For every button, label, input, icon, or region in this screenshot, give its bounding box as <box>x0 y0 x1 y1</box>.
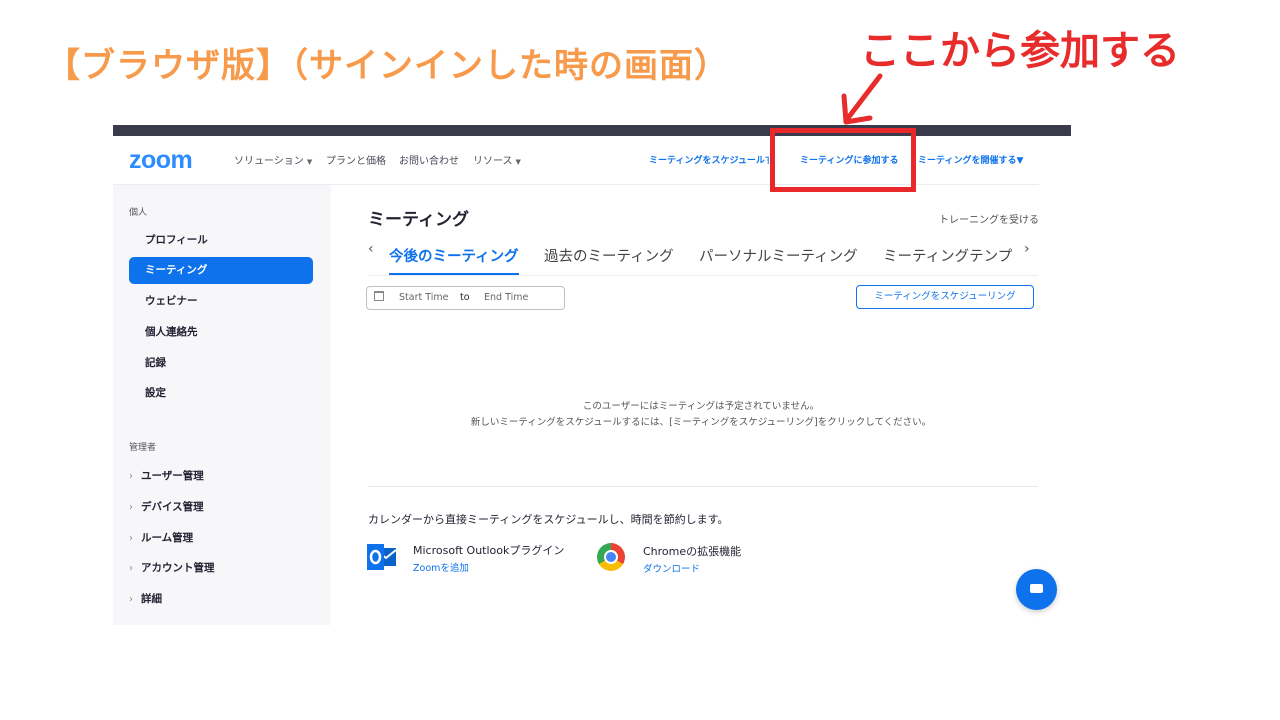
outlook-icon <box>367 544 397 570</box>
add-zoom-link[interactable]: Zoomを追加 <box>413 560 469 574</box>
caret-down-icon: ▼ <box>1016 156 1024 166</box>
end-time-input[interactable]: End Time <box>484 292 528 303</box>
tab-previous[interactable]: 過去のミーティング <box>544 245 674 266</box>
admin-label: 詳細 <box>141 593 162 605</box>
host-meeting-label: ミーティングを開催する <box>918 156 1017 166</box>
sidebar-item-user-management[interactable]: › ユーザー管理 <box>129 468 204 483</box>
caret-down-icon: ▼ <box>515 158 521 166</box>
chevron-right-icon: › <box>129 533 133 544</box>
empty-message-line2: 新しいミーティングをスケジュールするには、[ミーティングをスケジューリング]をク… <box>470 417 932 428</box>
chevron-right-icon: › <box>129 594 133 605</box>
sidebar-item-meetings[interactable]: ミーティング <box>129 257 313 284</box>
chevron-right-icon: › <box>129 471 133 482</box>
chevron-right-icon: › <box>129 502 133 513</box>
sidebar-item-profile[interactable]: プロフィール <box>129 227 313 254</box>
admin-label: デバイス管理 <box>141 501 204 513</box>
meeting-tabs: ‹ 今後のミーティング 過去のミーティング パーソナルミーティング ミーティング… <box>368 241 1038 276</box>
nav-solutions-label: ソリューション <box>234 156 304 167</box>
schedule-meeting-link[interactable]: ミーティングをスケジュールする <box>649 153 769 166</box>
callout-text: ここから参加する <box>860 27 1180 74</box>
active-tab-underline <box>389 273 519 275</box>
schedule-meeting-button[interactable]: ミーティングをスケジューリング <box>856 285 1034 309</box>
section-admin: 管理者 <box>129 443 157 453</box>
sidebar-item-advanced[interactable]: › 詳細 <box>129 591 162 606</box>
download-link[interactable]: ダウンロード <box>643 561 700 575</box>
tab-upcoming[interactable]: 今後のミーティング <box>389 245 519 266</box>
admin-label: アカウント管理 <box>141 562 215 574</box>
sidebar-item-webinars[interactable]: ウェビナー <box>129 288 313 315</box>
sidebar: 個人 プロフィール ミーティング ウェビナー 個人連絡先 記録 設定 管理者 ›… <box>113 185 331 625</box>
sidebar-item-room-management[interactable]: › ルーム管理 <box>129 530 193 545</box>
window-top-bar <box>113 125 1071 136</box>
chevron-right-icon: › <box>129 563 133 574</box>
divider <box>368 486 1038 487</box>
sidebar-item-settings[interactable]: 設定 <box>129 380 313 407</box>
main-content: ミーティング トレーニングを受ける ‹ 今後のミーティング 過去のミーティング … <box>331 185 1071 625</box>
start-time-input[interactable]: Start Time <box>399 292 448 303</box>
tab-personal[interactable]: パーソナルミーティング <box>699 245 858 266</box>
sidebar-item-account-management[interactable]: › アカウント管理 <box>129 560 215 575</box>
chat-icon[interactable] <box>1016 569 1057 610</box>
sidebar-item-contacts[interactable]: 個人連絡先 <box>129 319 313 346</box>
admin-label: ユーザー管理 <box>141 470 204 482</box>
empty-message-line1: このユーザーにはミーティングは予定されていません。 <box>582 401 820 412</box>
sidebar-item-device-management[interactable]: › デバイス管理 <box>129 499 204 514</box>
page-title: ミーティング <box>368 210 469 230</box>
calendar-promo-text: カレンダーから直接ミーティングをスケジュールし、時間を節約します。 <box>368 513 729 526</box>
chrome-icon <box>597 543 625 571</box>
date-to-label: to <box>460 292 470 303</box>
caret-down-icon: ▼ <box>306 158 313 166</box>
nav-resources-label: リソース <box>473 156 513 167</box>
zoom-logo[interactable]: zoom <box>129 146 193 175</box>
nav-pricing[interactable]: プランと価格 <box>326 152 386 167</box>
chrome-extension-name: Chromeの拡張機能 <box>643 545 742 558</box>
join-highlight-box <box>770 128 916 192</box>
section-personal: 個人 <box>129 208 148 218</box>
date-range-picker[interactable]: Start Time to End Time <box>366 286 565 310</box>
training-link[interactable]: トレーニングを受ける <box>939 211 1039 226</box>
chevron-left-icon[interactable]: ‹ <box>368 241 374 257</box>
sidebar-item-recordings[interactable]: 記録 <box>129 350 313 377</box>
zoom-screenshot: zoom ソリューション ▼ プランと価格 お問い合わせ リソース ▼ ミーティング… <box>113 125 1071 625</box>
arrow-icon <box>841 73 883 125</box>
chevron-right-icon[interactable]: › <box>1024 241 1030 257</box>
nav-solutions[interactable]: ソリューション ▼ <box>234 152 312 167</box>
nav-resources[interactable]: リソース ▼ <box>473 152 521 167</box>
slide-title: 【ブラウザ版】（サインインした時の画面） <box>46 46 729 86</box>
tab-templates[interactable]: ミーティングテンプ <box>883 245 1015 266</box>
calendar-icon <box>374 291 384 301</box>
nav-contact[interactable]: お問い合わせ <box>399 152 459 167</box>
host-meeting-link[interactable]: ミーティングを開催する▼ <box>918 153 1028 166</box>
admin-label: ルーム管理 <box>141 532 194 544</box>
outlook-plugin-name: Microsoft Outlookプラグイン <box>413 544 565 557</box>
